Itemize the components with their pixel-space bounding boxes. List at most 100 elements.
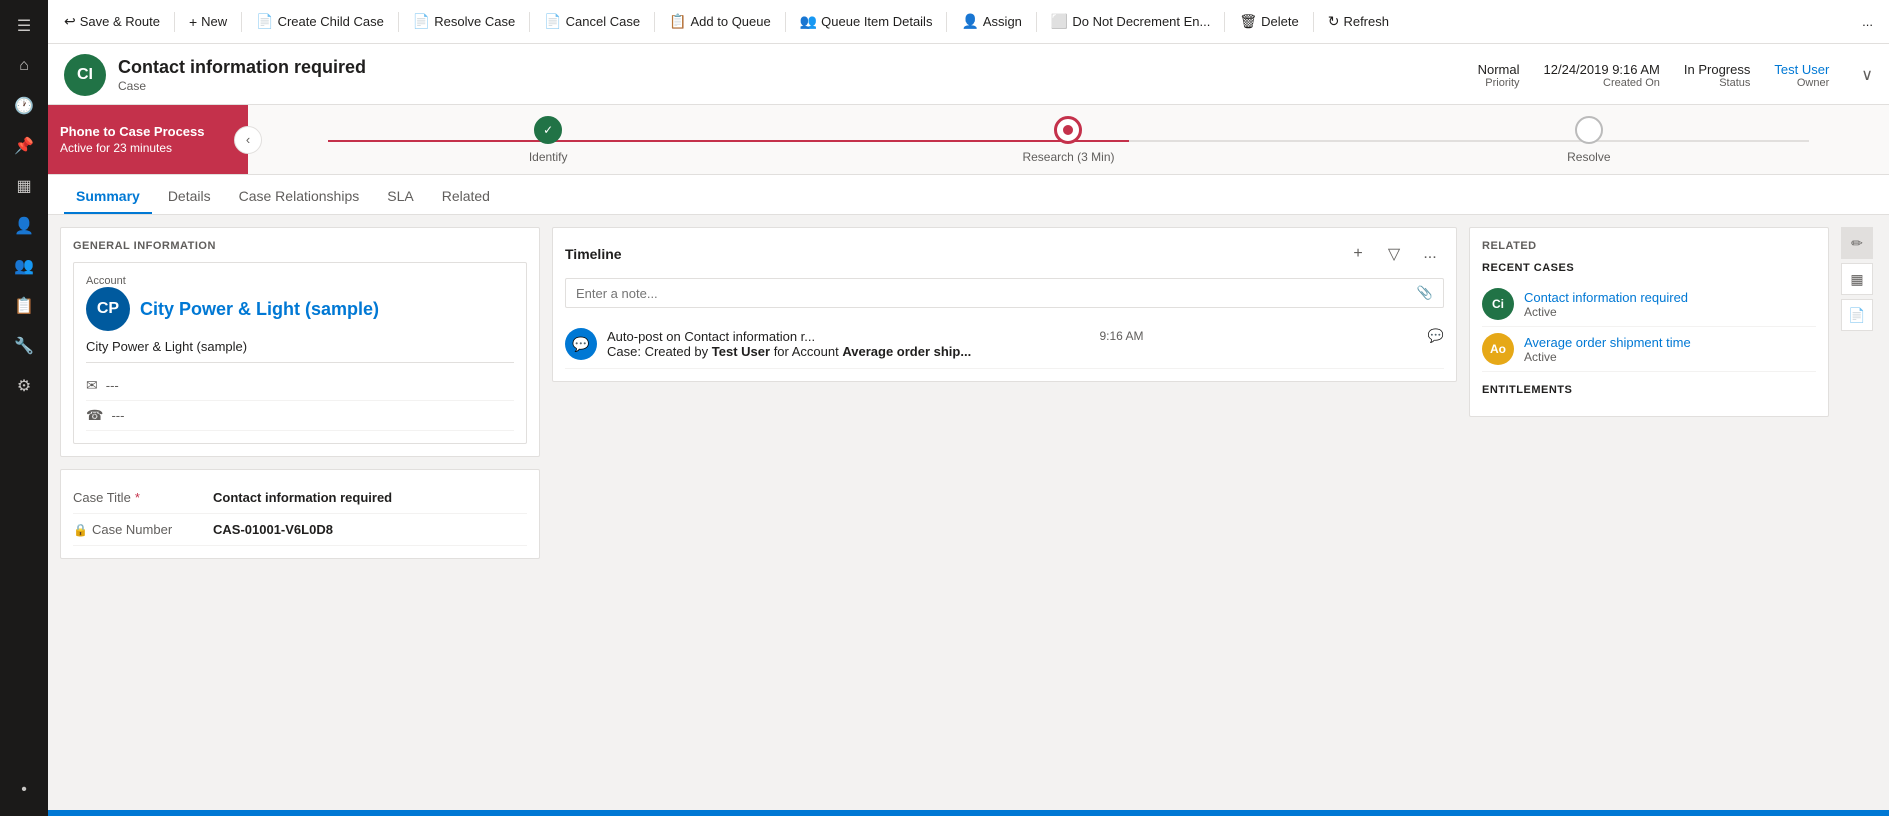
process-step-identify[interactable]: ✓ Identify <box>288 116 808 164</box>
panel-center: Timeline + ▽ ... 📎 💬 Auto-post on C <box>552 227 1457 798</box>
step-identify-circle: ✓ <box>534 116 562 144</box>
content-area: GENERAL INFORMATION Account CP City Powe… <box>48 215 1889 810</box>
lock-icon: 🔒 <box>73 523 88 537</box>
tab-summary[interactable]: Summary <box>64 180 152 214</box>
decrement-icon: ⬜ <box>1051 13 1068 30</box>
process-title: Phone to Case Process <box>60 124 236 139</box>
more-options-button[interactable]: ... <box>1854 6 1881 38</box>
settings-icon[interactable]: ⚙ <box>6 368 42 404</box>
process-collapse-icon[interactable]: ‹ <box>234 126 262 154</box>
related-case-1[interactable]: Ao Average order shipment time Active <box>1482 327 1816 372</box>
recent-icon[interactable]: 🕐 <box>6 88 42 124</box>
create-child-case-button[interactable]: 📄 Create Child Case <box>248 6 392 38</box>
owner-field: Test User Owner <box>1774 62 1829 89</box>
email-icon: ✉ <box>86 377 98 394</box>
contacts-icon[interactable]: 👥 <box>6 248 42 284</box>
process-step-research[interactable]: Research (3 Min) <box>808 116 1328 164</box>
queue-details-icon: 👥 <box>800 13 817 30</box>
process-bar: Phone to Case Process Active for 23 minu… <box>48 105 1889 175</box>
timeline-title: Timeline <box>565 246 1344 262</box>
tab-related[interactable]: Related <box>430 180 502 214</box>
timeline-card: Timeline + ▽ ... 📎 💬 Auto-post on C <box>552 227 1457 382</box>
create-child-icon: 📄 <box>256 13 273 30</box>
refresh-button[interactable]: ↻ Refresh <box>1320 6 1397 38</box>
header-chevron-icon[interactable]: ∨ <box>1861 65 1873 85</box>
new-icon: + <box>189 14 197 30</box>
tool-grid-button[interactable]: ▦ <box>1841 263 1873 295</box>
general-information-card: GENERAL INFORMATION Account CP City Powe… <box>60 227 540 457</box>
panel-tools: ✏ ▦ 📄 <box>1841 227 1877 798</box>
status-label: Status <box>1719 77 1750 89</box>
account-card: Account CP City Power & Light (sample) C… <box>73 262 527 444</box>
related-avatar-0: Ci <box>1482 288 1514 320</box>
main-wrapper: ↩ Save & Route + New 📄 Create Child Case… <box>48 0 1889 816</box>
priority-value: Normal <box>1478 62 1520 77</box>
timeline-add-button[interactable]: + <box>1344 240 1372 268</box>
left-nav: ☰ ⌂ 🕐 📌 ▦ 👤 👥 📋 🔧 ⚙ • <box>0 0 48 816</box>
timeline-item-action-icon[interactable]: 💬 <box>1428 328 1444 344</box>
timeline-more-button[interactable]: ... <box>1416 240 1444 268</box>
delete-icon: 🗑 <box>1239 13 1257 30</box>
account-phone-field: ☎ --- <box>86 401 514 431</box>
timeline-item-meta: Auto-post on Contact information r... 9:… <box>607 328 1444 344</box>
timeline-filter-button[interactable]: ▽ <box>1380 240 1408 268</box>
cases-icon[interactable]: 📋 <box>6 288 42 324</box>
record-title-group: Contact information required Case <box>118 57 366 93</box>
record-meta: Normal Priority 12/24/2019 9:16 AM Creat… <box>1478 62 1873 89</box>
pinned-icon[interactable]: 📌 <box>6 128 42 164</box>
process-step-resolve[interactable]: Resolve <box>1329 116 1849 164</box>
step-identify-label: Identify <box>529 150 568 164</box>
more-nav-icon[interactable]: • <box>6 772 42 808</box>
tab-sla[interactable]: SLA <box>375 180 425 214</box>
account-email-field: ✉ --- <box>86 371 514 401</box>
timeline-note-field[interactable] <box>576 286 1409 301</box>
timeline-item-time: 9:16 AM <box>1099 329 1143 343</box>
hamburger-icon[interactable]: ☰ <box>6 8 42 44</box>
account-label: Account <box>86 275 514 287</box>
delete-button[interactable]: 🗑 Delete <box>1231 6 1306 38</box>
resolve-case-button[interactable]: 📄 Resolve Case <box>405 6 523 38</box>
cancel-case-button[interactable]: 📄 Cancel Case <box>536 6 648 38</box>
process-sidebar[interactable]: Phone to Case Process Active for 23 minu… <box>48 105 248 174</box>
cancel-icon: 📄 <box>544 13 561 30</box>
status-value: In Progress <box>1684 62 1750 77</box>
dashboards-icon[interactable]: ▦ <box>6 168 42 204</box>
step-research-circle <box>1054 116 1082 144</box>
step-resolve-circle <box>1575 116 1603 144</box>
save-route-button[interactable]: ↩ Save & Route <box>56 6 168 38</box>
queue-icon: 📋 <box>669 13 686 30</box>
case-number-label: 🔒 Case Number <box>73 522 213 537</box>
tools-icon[interactable]: 🔧 <box>6 328 42 364</box>
case-number-row: 🔒 Case Number CAS-01001-V6L0D8 <box>73 514 527 546</box>
tab-case-relationships[interactable]: Case Relationships <box>227 180 372 214</box>
do-not-decrement-button[interactable]: ⬜ Do Not Decrement En... <box>1043 6 1218 38</box>
assign-button[interactable]: 👤 Assign <box>953 6 1029 38</box>
tabs-bar: Summary Details Case Relationships SLA R… <box>48 175 1889 215</box>
timeline-item-title: Auto-post on Contact information r... <box>607 329 815 344</box>
created-value: 12/24/2019 9:16 AM <box>1544 62 1660 77</box>
accounts-icon[interactable]: 👤 <box>6 208 42 244</box>
tab-details[interactable]: Details <box>156 180 223 214</box>
status-field: In Progress Status <box>1684 62 1750 89</box>
general-info-title: GENERAL INFORMATION <box>73 240 527 252</box>
account-name[interactable]: City Power & Light (sample) <box>140 299 379 320</box>
related-card: RELATED RECENT CASES Ci Contact informat… <box>1469 227 1829 417</box>
timeline-header: Timeline + ▽ ... <box>565 240 1444 268</box>
related-case-name-1[interactable]: Average order shipment time <box>1524 335 1691 350</box>
priority-field: Normal Priority <box>1478 62 1520 89</box>
add-to-queue-button[interactable]: 📋 Add to Queue <box>661 6 779 38</box>
home-icon[interactable]: ⌂ <box>6 48 42 84</box>
related-case-status-1: Active <box>1524 350 1691 364</box>
related-case-name-0[interactable]: Contact information required <box>1524 290 1688 305</box>
related-case-text-0: Contact information required Active <box>1524 290 1688 319</box>
new-button[interactable]: + New <box>181 6 235 38</box>
tool-page-button[interactable]: 📄 <box>1841 299 1873 331</box>
assign-icon: 👤 <box>961 13 978 30</box>
owner-value[interactable]: Test User <box>1774 62 1829 77</box>
queue-item-details-button[interactable]: 👥 Queue Item Details <box>792 6 941 38</box>
tool-edit-button[interactable]: ✏ <box>1841 227 1873 259</box>
priority-label: Priority <box>1485 77 1519 89</box>
attachment-icon[interactable]: 📎 <box>1417 285 1433 301</box>
related-case-0[interactable]: Ci Contact information required Active <box>1482 282 1816 327</box>
record-avatar: CI <box>64 54 106 96</box>
